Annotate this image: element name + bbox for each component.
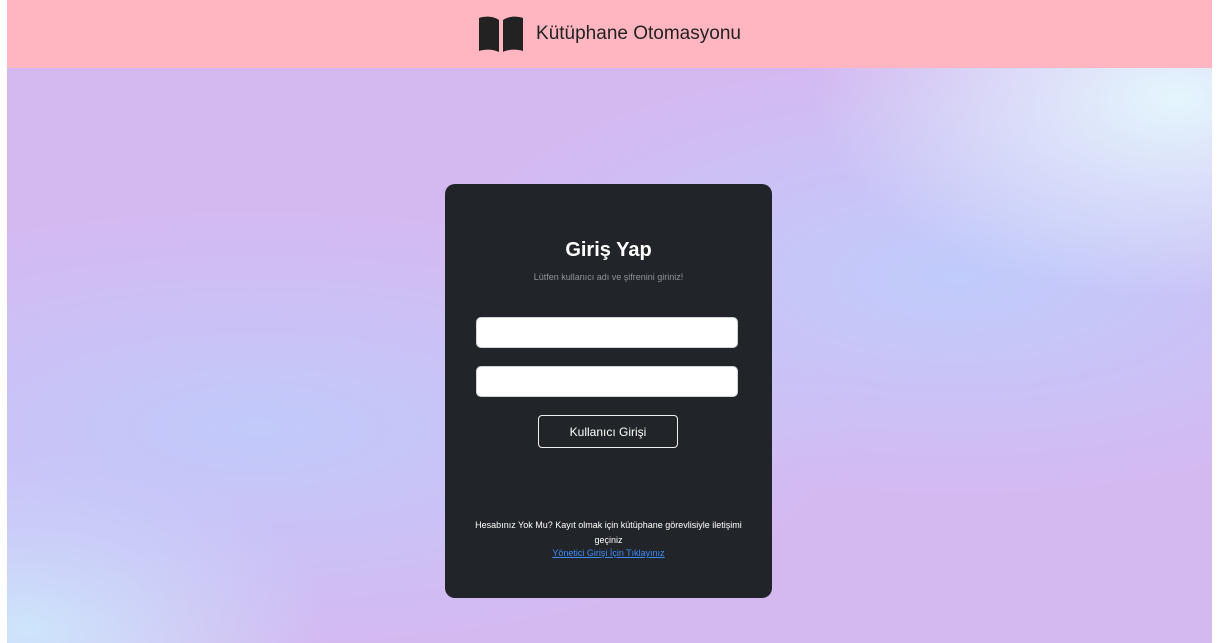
main-background: Giriş Yap Lütfen kullanıcı adı ve şifren… bbox=[7, 68, 1212, 643]
login-card: Giriş Yap Lütfen kullanıcı adı ve şifren… bbox=[445, 184, 772, 598]
password-input[interactable] bbox=[476, 366, 738, 397]
username-input[interactable] bbox=[476, 317, 738, 348]
no-account-text: Hesabınız Yok Mu? Kayıt olmak için kütüp… bbox=[475, 520, 742, 545]
brand-link[interactable]: Kütüphane Otomasyonu bbox=[478, 15, 741, 53]
login-subtitle: Lütfen kullanıcı adı ve şifrenini girini… bbox=[533, 272, 684, 282]
admin-login-link[interactable]: Yönetici Girişi İçin Tıklayınız bbox=[445, 548, 772, 558]
page: Kütüphane Otomasyonu Giriş Yap Lütfen ku… bbox=[0, 0, 1217, 643]
open-book-icon bbox=[479, 16, 524, 52]
user-login-button[interactable]: Kullanıcı Girişi bbox=[538, 415, 678, 448]
brand-title: Kütüphane Otomasyonu bbox=[536, 23, 741, 44]
login-title: Giriş Yap bbox=[565, 239, 652, 261]
navbar: Kütüphane Otomasyonu bbox=[7, 0, 1212, 68]
